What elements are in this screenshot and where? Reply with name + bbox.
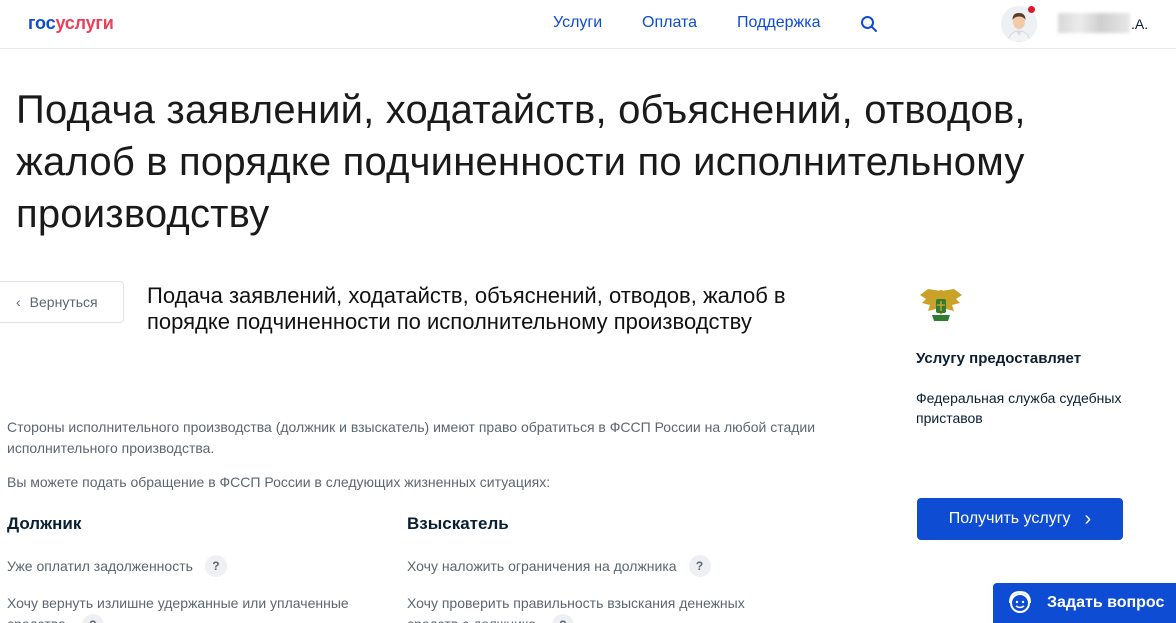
help-question-icon[interactable]: ? [204, 555, 227, 577]
user-name-suffix[interactable]: .А. [1131, 16, 1148, 32]
get-service-button[interactable]: Получить услугу › [917, 498, 1123, 540]
creditor-situation-label: Хочу проверить правильность взыскания де… [407, 595, 745, 623]
provider-name: Федеральная служба судебных приставов [916, 390, 1122, 426]
ask-question-widget[interactable]: Задать вопрос [993, 583, 1176, 623]
back-button-label: Вернуться [29, 294, 98, 310]
logo-part-gos: гос [28, 13, 56, 33]
get-service-label: Получить услугу [948, 510, 1071, 527]
fssp-emblem-icon [920, 289, 962, 321]
help-question-icon[interactable]: ? [551, 614, 574, 623]
situations-intro-text: Вы можете подать обращение в ФССП России… [7, 474, 551, 490]
service-intro-text: Стороны исполнительного производства (до… [7, 419, 816, 456]
debtor-situation-item[interactable]: Хочу вернуть излишне удержанные или упла… [7, 593, 387, 623]
help-question-icon[interactable]: ? [81, 614, 104, 623]
creditor-situation-item[interactable]: Хочу проверить правильность взыскания де… [407, 593, 787, 623]
user-name-redacted [1058, 13, 1130, 33]
debtor-situation-label: Хочу вернуть излишне удержанные или упла… [7, 595, 349, 623]
creditor-situation-label: Хочу наложить ограничения на должника [407, 557, 677, 574]
back-button[interactable]: ‹ Вернуться [0, 281, 124, 323]
creditor-heading: Взыскатель [407, 514, 509, 533]
nav-link-support[interactable]: Поддержка [737, 14, 820, 32]
ask-question-label: Задать вопрос [1047, 594, 1165, 611]
provider-label: Услугу предоставляет [916, 350, 1082, 367]
chevron-left-icon: ‹ [16, 294, 21, 310]
nav-link-services[interactable]: Услуги [553, 14, 602, 32]
debtor-situation-item[interactable]: Уже оплатил задолженность ? [7, 555, 227, 577]
top-header: госуслуги Услуги Оплата Поддержка .А. [0, 0, 1176, 49]
help-question-icon[interactable]: ? [688, 555, 711, 577]
service-title: Подача заявлений, ходатайств, объяснений… [147, 283, 786, 334]
chevron-right-icon: › [1084, 508, 1092, 530]
creditor-situation-item[interactable]: Хочу наложить ограничения на должника ? [407, 555, 711, 577]
gosuslugi-logo[interactable]: госуслуги [28, 13, 114, 34]
debtor-situation-label: Уже оплатил задолженность [7, 557, 193, 574]
logo-part-uslugi: услуги [55, 13, 114, 33]
nav-link-payment[interactable]: Оплата [642, 14, 697, 32]
support-headset-icon [1009, 590, 1031, 613]
notification-dot [1028, 6, 1035, 13]
search-icon[interactable] [860, 15, 878, 33]
page-title: Подача заявлений, ходатайств, объяснений… [16, 88, 1026, 236]
debtor-heading: Должник [7, 514, 82, 533]
